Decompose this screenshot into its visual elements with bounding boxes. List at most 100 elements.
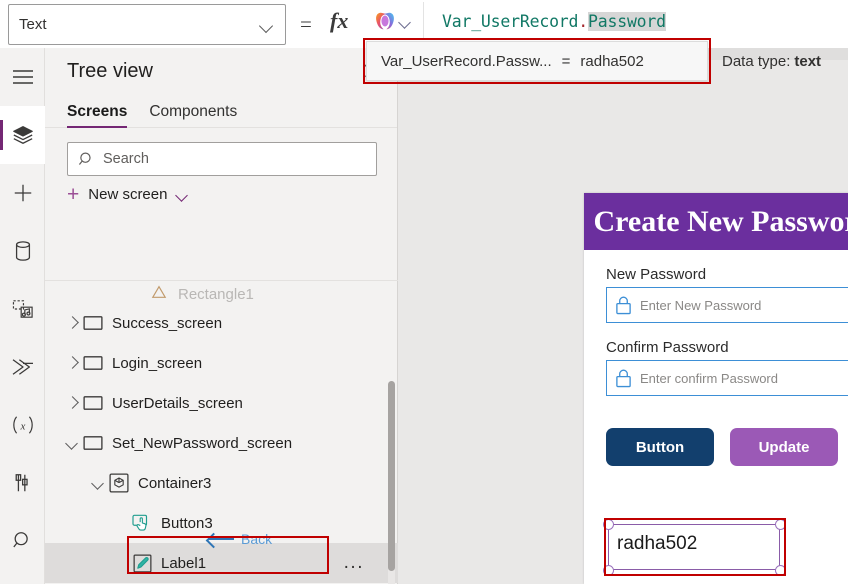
chevron-down-icon [399, 15, 412, 28]
formula-dot-token: . [578, 11, 589, 31]
power-automate-icon [12, 359, 33, 375]
button-generic[interactable]: Button [606, 428, 714, 466]
list-item-setnewpassword-screen[interactable]: Set_NewPassword_screen [45, 423, 398, 463]
equals-sign: = [300, 12, 312, 36]
screen-icon [81, 352, 105, 374]
hamburger-menu-icon[interactable] [0, 48, 45, 106]
formula-value-tooltip: Var_UserRecord.Passw... = radha502 [366, 41, 708, 81]
list-item-label: Rectangle1 [178, 286, 254, 303]
sidebar-item-variables[interactable]: x [0, 396, 45, 454]
formula-bar[interactable]: Var_UserRecord.Password [366, 1, 848, 41]
data-type-prefix: Data type: [722, 52, 791, 70]
resize-handle-top-right[interactable] [775, 519, 786, 530]
formula-property-token: Password [588, 11, 666, 31]
new-password-label: New Password [606, 266, 707, 283]
list-item-label: Label1 [161, 554, 207, 572]
search-icon [12, 532, 28, 548]
canvas-selected-label[interactable]: radha502 [608, 524, 780, 570]
tree-view-header: Tree view [45, 48, 397, 94]
update-button[interactable]: Update [730, 428, 838, 466]
list-item-label: Set_NewPassword_screen [112, 434, 293, 452]
confirm-password-field-group: Confirm Password Enter confirm Password [584, 339, 848, 396]
container-icon [107, 472, 131, 494]
list-item-label: Container3 [138, 474, 212, 492]
chevron-right-icon[interactable] [63, 314, 81, 332]
list-item-label: Login_screen [112, 354, 203, 372]
chevron-down-icon[interactable] [63, 434, 81, 452]
data-cylinder-icon [15, 241, 30, 261]
label-icon [130, 552, 154, 574]
confirm-password-input[interactable]: Enter confirm Password [606, 360, 848, 396]
data-type-indicator: Data type: text [722, 41, 821, 81]
tooltip-value: radha502 [580, 52, 644, 70]
chevron-down-icon[interactable] [176, 188, 190, 202]
list-item-label: Success_screen [112, 314, 223, 332]
plus-icon: + [67, 182, 80, 206]
chevron-right-icon[interactable] [63, 354, 81, 372]
left-icon-rail: x [0, 48, 45, 584]
new-password-placeholder: Enter New Password [640, 297, 762, 313]
confirm-password-label: Confirm Password [606, 339, 729, 356]
new-password-field-group: New Password Enter New Password [584, 266, 848, 323]
list-item[interactable]: Rectangle1 [45, 281, 398, 303]
tree-scrollbar-thumb[interactable] [388, 381, 395, 571]
insert-plus-icon [14, 184, 31, 202]
new-screen-label: New screen [88, 186, 168, 203]
property-dropdown[interactable]: Text [8, 4, 286, 45]
lock-icon [616, 296, 631, 314]
resize-handle-bottom-right[interactable] [775, 565, 786, 576]
list-item-userdetails-screen[interactable]: UserDetails_screen [45, 383, 398, 423]
back-link[interactable]: Back [208, 531, 272, 547]
tree-view-icon [12, 126, 33, 144]
list-item-success-screen[interactable]: Success_screen [45, 303, 398, 343]
sidebar-item-insert[interactable] [0, 164, 45, 222]
property-dropdown-value: Text [19, 16, 47, 33]
formula-object-token: Var_UserRecord [442, 11, 579, 31]
page-title: Tree view [67, 59, 153, 82]
tab-screens[interactable]: Screens [67, 103, 128, 128]
screen-icon [81, 392, 105, 414]
sidebar-item-data[interactable] [0, 222, 45, 280]
back-link-label: Back [241, 531, 273, 547]
app-header-banner: Create New Password [584, 193, 848, 250]
search-placeholder: Search [103, 151, 149, 167]
resize-handle-top-left[interactable] [603, 519, 614, 530]
lock-icon [616, 369, 631, 387]
new-screen-button[interactable]: + New screen [45, 176, 397, 211]
sidebar-item-search[interactable] [0, 512, 45, 570]
screen-icon [81, 432, 105, 454]
sidebar-item-tree-view[interactable] [0, 106, 45, 164]
tab-components[interactable]: Components [149, 103, 237, 127]
svg-text:x: x [19, 421, 25, 433]
resize-handle-bottom-left[interactable] [603, 565, 614, 576]
new-password-input[interactable]: Enter New Password [606, 287, 848, 323]
sidebar-item-power-automate[interactable] [0, 338, 45, 396]
sidebar-item-advanced-tools[interactable] [0, 454, 45, 512]
confirm-password-placeholder: Enter confirm Password [640, 370, 778, 386]
chevron-down-icon [259, 17, 275, 33]
screen-icon [81, 312, 105, 334]
copilot-button[interactable] [366, 2, 424, 40]
media-icon [12, 300, 33, 318]
tree-view-panel: Tree view Screens Components Search + Ne… [45, 48, 398, 584]
copilot-icon [376, 12, 394, 30]
more-options-icon[interactable]: ... [344, 553, 364, 572]
list-item-label: Button3 [161, 514, 213, 532]
variables-icon: x [12, 416, 33, 434]
button-icon [130, 512, 154, 534]
list-item-label: UserDetails_screen [112, 394, 243, 412]
list-item-container3[interactable]: Container3 [45, 463, 398, 503]
list-item-login-screen[interactable]: Login_screen [45, 343, 398, 383]
tools-icon [15, 474, 28, 492]
app-canvas: Create New Password New Password Enter N… [398, 48, 848, 584]
fx-icon: fx [330, 8, 349, 33]
shape-icon [147, 281, 171, 303]
chevron-down-icon[interactable] [89, 474, 107, 492]
list-item-label1[interactable]: Label1 ... [45, 543, 398, 583]
formula-text[interactable]: Var_UserRecord.Password [424, 11, 666, 31]
sidebar-item-media[interactable] [0, 280, 45, 338]
action-button-row: Button Update [584, 428, 848, 466]
tree-tabs: Screens Components [45, 94, 397, 128]
search-input[interactable]: Search [67, 142, 377, 176]
chevron-right-icon[interactable] [63, 394, 81, 412]
